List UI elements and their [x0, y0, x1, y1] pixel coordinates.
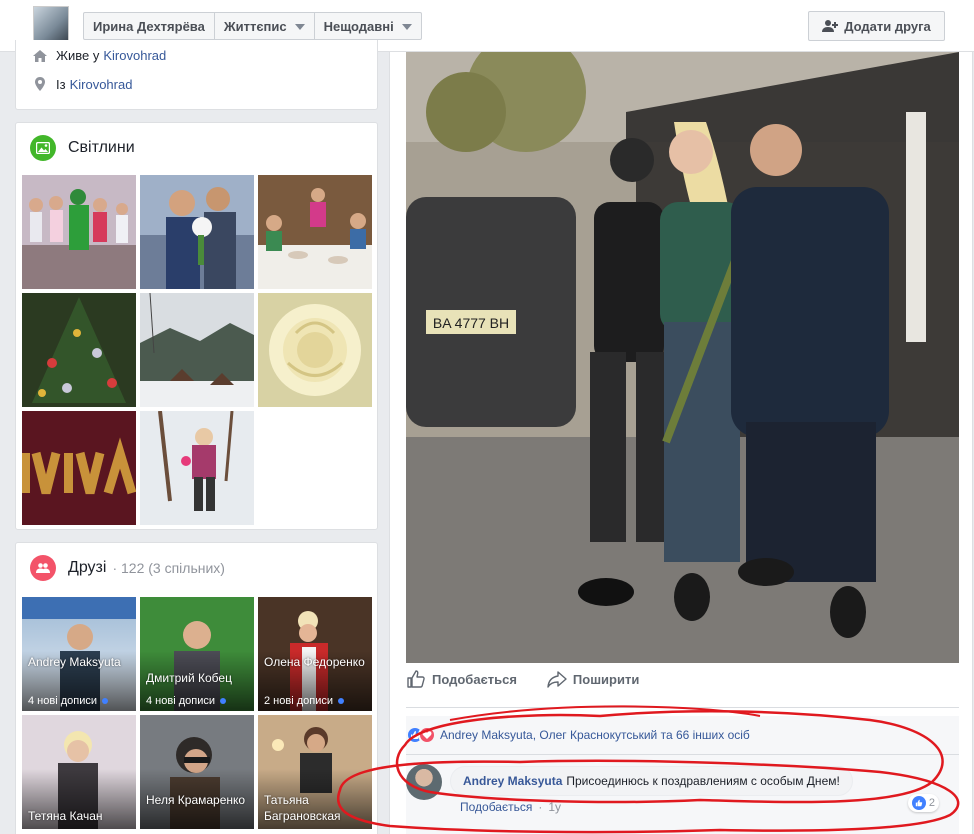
share-button[interactable]: Поширити — [547, 670, 639, 688]
comment-meta: Подобається · 1у — [460, 800, 561, 814]
photo-thumb-rose[interactable] — [258, 293, 372, 407]
tab-timeline-label: Життєпис — [223, 18, 287, 34]
like-button-label: Подобається — [432, 671, 517, 687]
tab-profile-name-label: Ирина Дехтярёва — [93, 18, 205, 34]
friends-card: Друзі · 122 (3 спільних) Andrey Maksyuta… — [15, 542, 378, 834]
friend-name: Неля Крамаренко — [146, 793, 246, 807]
friend-name: Andrey Maksyuta — [28, 655, 121, 669]
friend-tile[interactable]: Дмитрий Кобец 4 нові дописи — [140, 597, 254, 711]
new-posts-dot-icon — [338, 698, 344, 704]
tab-profile-name[interactable]: Ирина Дехтярёва — [84, 13, 215, 39]
comment-author-avatar[interactable] — [406, 764, 442, 800]
friend-tile[interactable]: Неля Крамаренко — [140, 715, 254, 829]
friend-name: Дмитрий Кобец — [146, 671, 232, 685]
post-photo[interactable]: BA 4777 BH — [406, 52, 959, 663]
photo-thumb-table[interactable] — [258, 175, 372, 289]
photo-thumb-snow-mountains[interactable] — [140, 293, 254, 407]
friend-tile[interactable]: Andrey Maksyuta 4 нові дописи — [22, 597, 136, 711]
friend-name: Тетяна Качан — [28, 809, 103, 823]
friend-new-posts: 4 нові дописи — [146, 695, 226, 707]
reactions-summary[interactable]: Andrey Maksyuta, Олег Краснокутський та … — [406, 716, 959, 754]
photo-thumb-viva[interactable] — [22, 411, 136, 525]
intro-card: Живе у Kirovohrad Із Kirovohrad — [15, 40, 378, 110]
photos-header[interactable]: Світлини — [30, 135, 135, 161]
photo-thumb-party[interactable] — [22, 175, 136, 289]
friend-tile[interactable]: Татьяна Баграновская — [258, 715, 372, 829]
friends-header[interactable]: Друзі · 122 (3 спільних) — [30, 555, 225, 581]
love-reaction-icon — [418, 726, 436, 744]
new-posts-dot-icon — [102, 698, 108, 704]
friends-title: Друзі — [68, 559, 107, 576]
thumbs-up-icon — [407, 670, 425, 688]
add-friend-label: Додати друга — [844, 18, 931, 34]
post-card: BA 4777 BH Подобається Поширити Andrey M… — [389, 52, 973, 834]
tab-recent-label: Нещодавні — [323, 18, 394, 34]
add-person-icon — [822, 20, 839, 32]
like-reaction-icon — [911, 796, 926, 810]
chevron-down-icon — [401, 24, 412, 30]
new-posts-dot-icon — [220, 698, 226, 704]
friends-count: · 122 (3 спільних) — [112, 560, 225, 576]
photo-thumb-tree[interactable] — [22, 293, 136, 407]
tab-recent[interactable]: Нещодавні — [315, 13, 421, 39]
photo-thumb-boys-flowers[interactable] — [140, 175, 254, 289]
friend-posts-label: 4 нові дописи — [146, 695, 215, 707]
comment-like-link[interactable]: Подобається — [460, 800, 532, 814]
friend-posts-label: 2 нові дописи — [264, 695, 333, 707]
comment-text: Присоединюсь к поздравлениям с особым Дн… — [566, 774, 840, 788]
chevron-down-icon — [294, 24, 305, 30]
lives-in-row: Живе у Kirovohrad — [32, 48, 166, 63]
from-prefix: Із — [56, 76, 66, 92]
share-button-label: Поширити — [572, 671, 640, 687]
actions-divider — [406, 707, 959, 708]
photos-title: Світлини — [68, 139, 135, 156]
comment-author-link[interactable]: Andrey Maksyuta — [463, 774, 562, 788]
friend-name: Татьяна Баграновская — [264, 793, 341, 823]
comment-timestamp[interactable]: 1у — [548, 800, 561, 814]
tab-timeline[interactable]: Життєпис — [215, 13, 315, 39]
license-plate-text: BA 4777 BH — [433, 315, 509, 331]
share-arrow-icon — [547, 671, 567, 688]
home-icon — [33, 49, 47, 62]
profile-avatar-thumbnail[interactable] — [33, 6, 69, 42]
friend-tile[interactable]: Олена Федоренко 2 нові дописи — [258, 597, 372, 711]
photo-thumb-snow-woman[interactable] — [140, 411, 254, 525]
photos-card: Світлини — [15, 122, 378, 530]
comments-section: Andrey Maksyuta Присоединюсь к поздравлен… — [406, 754, 959, 834]
from-row: Із Kirovohrad — [32, 76, 132, 92]
friend-new-posts: 2 нові дописи — [264, 695, 344, 707]
add-friend-button[interactable]: Додати друга — [808, 11, 945, 41]
comment-like-count[interactable]: 2 — [907, 794, 939, 812]
lives-in-city-link[interactable]: Kirovohrad — [103, 48, 166, 63]
photos-icon — [30, 135, 56, 161]
friend-tile[interactable]: Тетяна Качан — [22, 715, 136, 829]
comment-bubble: Andrey Maksyuta Присоединюсь к поздравлен… — [450, 766, 853, 796]
like-button[interactable]: Подобається — [406, 669, 517, 689]
comments-divider — [406, 754, 959, 755]
post-actions: Подобається Поширити — [406, 669, 669, 689]
location-pin-icon — [35, 77, 45, 91]
profile-tabs: Ирина Дехтярёва Життєпис Нещодавні — [83, 12, 422, 40]
from-city-link[interactable]: Kirovohrad — [70, 77, 133, 92]
lives-in-prefix: Живе у — [56, 48, 100, 63]
comment-like-count-value: 2 — [928, 797, 935, 809]
friend-name: Олена Федоренко — [264, 655, 365, 669]
comment-timestamp-sep: · — [538, 800, 543, 814]
friend-new-posts: 4 нові дописи — [28, 695, 108, 707]
friends-icon — [30, 555, 56, 581]
reactions-names-link[interactable]: Andrey Maksyuta, Олег Краснокутський та … — [440, 728, 750, 742]
friend-posts-label: 4 нові дописи — [28, 695, 97, 707]
